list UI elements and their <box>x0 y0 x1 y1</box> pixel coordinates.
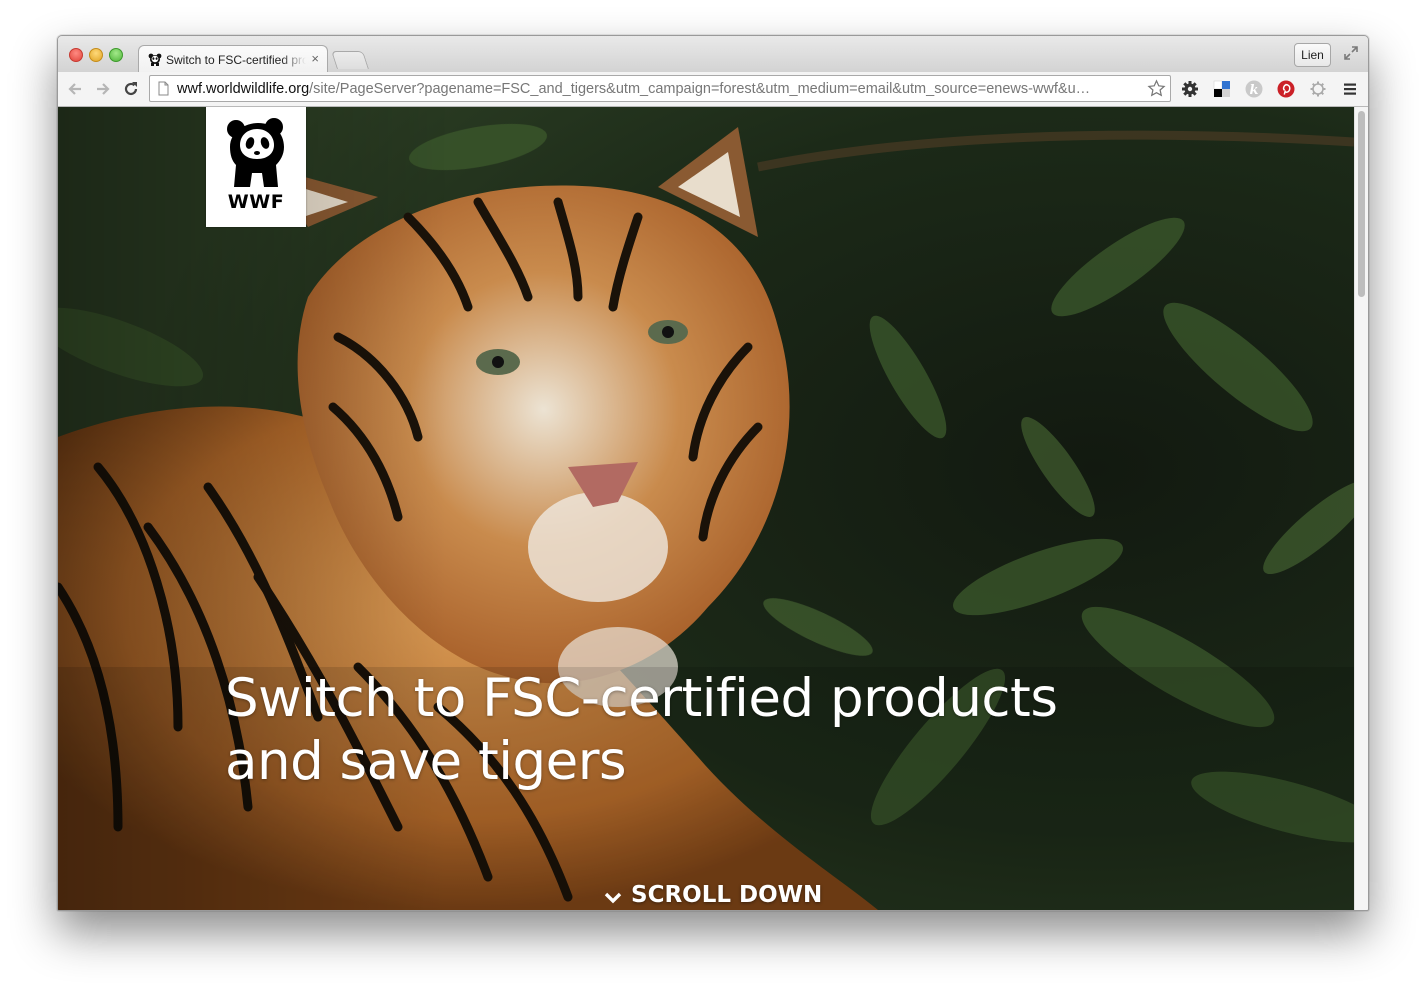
scrollbar-thumb[interactable] <box>1358 111 1365 297</box>
scroll-down-label: SCROLL DOWN <box>631 882 823 908</box>
settings-extension-icon[interactable] <box>1309 80 1327 98</box>
tab-title: Switch to FSC-certified products and sav… <box>166 53 306 67</box>
url-host: wwf.worldwildlife.org <box>177 81 310 97</box>
page-headline: Switch to FSC-certified products and sav… <box>225 668 1058 792</box>
url-text[interactable]: wwf.worldwildlife.org/site/PageServer?pa… <box>177 81 1142 97</box>
k-extension-icon[interactable]: k <box>1245 80 1263 98</box>
new-tab-button[interactable] <box>331 51 369 69</box>
browser-window: Switch to FSC-certified products and sav… <box>57 35 1369 911</box>
back-arrow-icon[interactable] <box>66 80 84 98</box>
tab-close-icon[interactable]: × <box>311 51 319 66</box>
scroll-down-link[interactable]: SCROLL DOWN <box>603 880 822 910</box>
minimize-window-button[interactable] <box>89 48 103 62</box>
star-icon[interactable] <box>1147 79 1166 98</box>
page-viewport: WWF Switch to FSC-certified products and… <box>58 107 1354 910</box>
vertical-scrollbar[interactable] <box>1354 107 1368 910</box>
menu-icon[interactable] <box>1341 80 1359 98</box>
tab-active[interactable]: Switch to FSC-certified products and sav… <box>138 45 328 72</box>
forward-arrow-icon[interactable] <box>94 80 112 98</box>
chevron-down-icon <box>604 892 622 904</box>
url-path: /site/PageServer?pagename=FSC_and_tigers… <box>309 81 1091 97</box>
panda-favicon-icon <box>148 53 162 66</box>
close-window-button[interactable] <box>69 48 83 62</box>
pinterest-icon[interactable] <box>1277 80 1295 98</box>
toolbar: wwf.worldwildlife.org/site/PageServer?pa… <box>58 72 1368 107</box>
panda-logo-icon <box>227 118 284 187</box>
fullscreen-icon[interactable] <box>1343 45 1359 61</box>
tab-strip: Switch to FSC-certified products and sav… <box>58 36 1368 72</box>
wwf-logo[interactable]: WWF <box>206 107 306 227</box>
wwf-logo-text: WWF <box>227 191 285 213</box>
reload-icon[interactable] <box>122 80 140 98</box>
profile-button[interactable]: Lien <box>1294 43 1331 67</box>
address-bar[interactable]: wwf.worldwildlife.org/site/PageServer?pa… <box>149 75 1171 102</box>
gear-icon[interactable] <box>1181 80 1199 98</box>
svg-text:k: k <box>1249 83 1258 98</box>
zoom-window-button[interactable] <box>109 48 123 62</box>
delicious-icon[interactable] <box>1213 80 1231 98</box>
page-icon <box>158 81 169 96</box>
